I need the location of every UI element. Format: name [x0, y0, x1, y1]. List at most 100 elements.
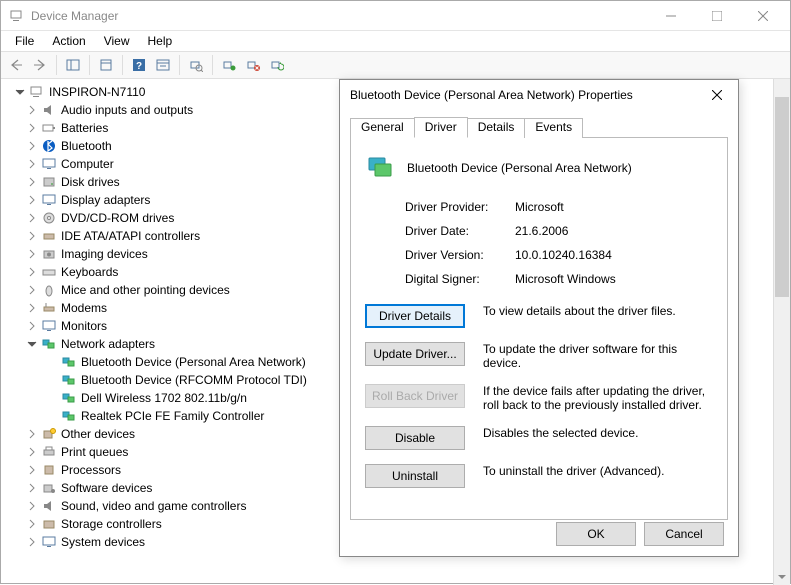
category-icon	[41, 444, 57, 460]
chevron-right-icon[interactable]	[25, 283, 39, 297]
tree-item-label[interactable]: Sound, video and game controllers	[59, 497, 248, 515]
chevron-right-icon[interactable]	[25, 157, 39, 171]
tree-item-label[interactable]: Display adapters	[59, 191, 152, 209]
tree-item-label[interactable]: Keyboards	[59, 263, 120, 281]
chevron-right-icon[interactable]	[25, 175, 39, 189]
show-hide-tree-button[interactable]	[62, 54, 84, 76]
tree-item-label[interactable]: Audio inputs and outputs	[59, 101, 195, 119]
driver-date-label: Driver Date:	[405, 224, 515, 238]
dialog-title: Bluetooth Device (Personal Area Network)…	[350, 88, 702, 102]
driver-details-button[interactable]: Driver Details	[365, 304, 465, 328]
chevron-right-icon[interactable]	[25, 463, 39, 477]
chevron-right-icon[interactable]	[25, 121, 39, 135]
tree-item-label[interactable]: Computer	[59, 155, 116, 173]
dialog-titlebar[interactable]: Bluetooth Device (Personal Area Network)…	[340, 80, 738, 110]
tree-item-label[interactable]: IDE ATA/ATAPI controllers	[59, 227, 202, 245]
tree-item-label[interactable]: Modems	[59, 299, 109, 317]
chevron-right-icon[interactable]	[25, 301, 39, 315]
network-adapter-icon	[61, 354, 77, 370]
computer-icon	[29, 84, 45, 100]
help-button[interactable]: ?	[128, 54, 150, 76]
digital-signer-label: Digital Signer:	[405, 272, 515, 286]
dialog-device-name: Bluetooth Device (Personal Area Network)	[407, 161, 632, 175]
tab-details[interactable]: Details	[467, 118, 526, 138]
menu-action[interactable]: Action	[44, 32, 93, 50]
chevron-right-icon[interactable]	[25, 139, 39, 153]
vertical-scrollbar[interactable]	[773, 79, 790, 585]
forward-button[interactable]	[29, 54, 51, 76]
svg-text:?: ?	[136, 61, 142, 72]
category-icon	[41, 336, 57, 352]
uninstall-desc: To uninstall the driver (Advanced).	[483, 464, 713, 478]
uninstall-button[interactable]	[242, 54, 264, 76]
cancel-button[interactable]: Cancel	[644, 522, 724, 546]
tree-item-label[interactable]: DVD/CD-ROM drives	[59, 209, 176, 227]
update-driver-button[interactable]	[266, 54, 288, 76]
chevron-right-icon[interactable]	[25, 103, 39, 117]
driver-date-value: 21.6.2006	[515, 224, 713, 238]
driver-version-label: Driver Version:	[405, 248, 515, 262]
toolbar-separator	[212, 55, 213, 75]
chevron-right-icon[interactable]	[25, 445, 39, 459]
action-button[interactable]	[152, 54, 174, 76]
close-button[interactable]	[740, 1, 786, 31]
tree-item-label[interactable]: Bluetooth Device (Personal Area Network)	[79, 353, 308, 371]
tree-item-label[interactable]: Batteries	[59, 119, 110, 137]
back-button[interactable]	[5, 54, 27, 76]
chevron-right-icon[interactable]	[25, 193, 39, 207]
tab-events[interactable]: Events	[524, 118, 583, 138]
chevron-down-icon[interactable]	[13, 85, 27, 99]
chevron-right-icon[interactable]	[25, 247, 39, 261]
driver-details-desc: To view details about the driver files.	[483, 304, 713, 318]
rollback-driver-button: Roll Back Driver	[365, 384, 465, 408]
tree-item-label[interactable]: Software devices	[59, 479, 154, 497]
ok-button[interactable]: OK	[556, 522, 636, 546]
menu-file[interactable]: File	[7, 32, 42, 50]
toolbar-separator	[179, 55, 180, 75]
uninstall-button[interactable]: Uninstall	[365, 464, 465, 488]
menu-view[interactable]: View	[96, 32, 138, 50]
tree-item-label[interactable]: Mice and other pointing devices	[59, 281, 232, 299]
chevron-right-icon[interactable]	[25, 499, 39, 513]
tab-general[interactable]: General	[350, 118, 415, 138]
chevron-down-icon[interactable]	[25, 337, 39, 351]
scan-hardware-button[interactable]	[185, 54, 207, 76]
chevron-right-icon[interactable]	[25, 211, 39, 225]
chevron-right-icon[interactable]	[25, 517, 39, 531]
chevron-right-icon[interactable]	[25, 535, 39, 549]
disable-desc: Disables the selected device.	[483, 426, 713, 440]
disable-button[interactable]: Disable	[365, 426, 465, 450]
tree-item-label[interactable]: Disk drives	[59, 173, 122, 191]
tree-item-label[interactable]: Print queues	[59, 443, 130, 461]
tree-item-label[interactable]: Monitors	[59, 317, 109, 335]
tree-item-label[interactable]: Processors	[59, 461, 123, 479]
tree-item-label[interactable]: Bluetooth Device (RFCOMM Protocol TDI)	[79, 371, 309, 389]
tree-item-label[interactable]: Storage controllers	[59, 515, 164, 533]
dialog-close-button[interactable]	[702, 80, 732, 110]
category-icon	[41, 282, 57, 298]
category-icon	[41, 498, 57, 514]
device-manager-icon	[9, 8, 25, 24]
tree-item-label[interactable]: Dell Wireless 1702 802.11b/g/n	[79, 389, 249, 407]
chevron-right-icon[interactable]	[25, 481, 39, 495]
menu-help[interactable]: Help	[140, 32, 181, 50]
update-driver-button[interactable]: Update Driver...	[365, 342, 465, 366]
tab-driver[interactable]: Driver	[414, 117, 468, 138]
tree-item-label[interactable]: Network adapters	[59, 335, 157, 353]
chevron-right-icon[interactable]	[25, 427, 39, 441]
properties-button[interactable]	[95, 54, 117, 76]
tree-item-label[interactable]: Other devices	[59, 425, 137, 443]
window-title: Device Manager	[31, 9, 648, 23]
chevron-right-icon[interactable]	[25, 319, 39, 333]
enable-button[interactable]	[218, 54, 240, 76]
tree-item-label[interactable]: Realtek PCIe FE Family Controller	[79, 407, 266, 425]
tree-root-label[interactable]: INSPIRON-N7110	[47, 83, 147, 101]
minimize-button[interactable]	[648, 1, 694, 31]
tree-item-label[interactable]: System devices	[59, 533, 147, 551]
chevron-right-icon[interactable]	[25, 229, 39, 243]
chevron-right-icon[interactable]	[25, 265, 39, 279]
tree-item-label[interactable]: Imaging devices	[59, 245, 150, 263]
maximize-button[interactable]	[694, 1, 740, 31]
tree-item-label[interactable]: Bluetooth	[59, 137, 114, 155]
network-adapter-icon	[365, 152, 397, 184]
